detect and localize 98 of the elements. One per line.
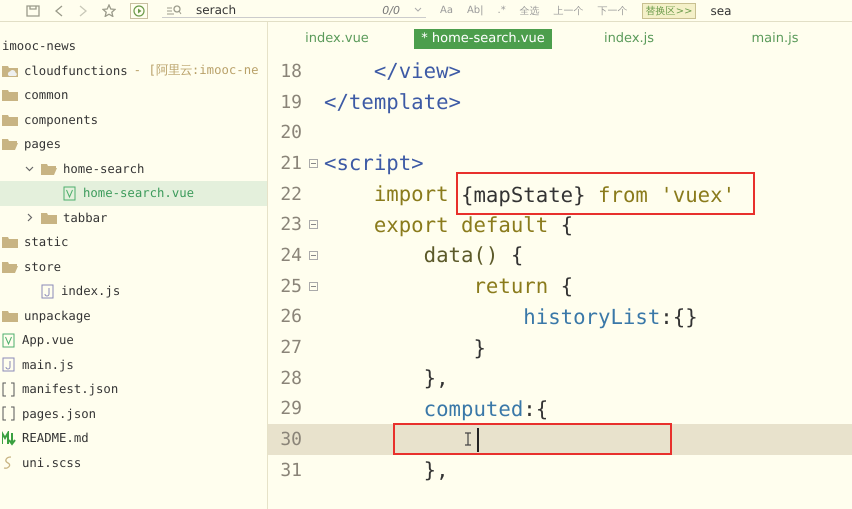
code-line: export default { [372, 212, 574, 239]
search-icon [166, 4, 182, 16]
fold-toggle-icon[interactable] [308, 282, 318, 291]
replace-field[interactable]: sea [710, 4, 852, 18]
line-number: 26 [279, 306, 302, 328]
code-text: from [598, 182, 649, 207]
code-line: </view> [372, 58, 462, 86]
vue-file-icon [63, 186, 77, 201]
line-number: 29 [279, 398, 302, 420]
code-line: <script> [324, 150, 424, 178]
markdown-file-icon [2, 430, 16, 446]
tree-item-label: tabbar [63, 210, 108, 225]
line-number: 30 [279, 429, 302, 450]
fold-toggle-icon[interactable] [308, 220, 318, 230]
tree-item-label: home-search.vue [83, 186, 194, 200]
tree-item-label: home-search [63, 162, 144, 176]
tree-item-label: uni.scss [22, 456, 82, 470]
tree-item-label: manifest.json [22, 382, 118, 396]
save-icon[interactable] [26, 4, 40, 16]
tree-item-label: cloudfunctions [24, 64, 128, 78]
i-beam-cursor-icon [464, 432, 472, 446]
open-folder-icon [2, 260, 18, 274]
open-folder-icon [2, 137, 18, 152]
code-line: return { [472, 273, 574, 300]
tree-item[interactable]: README.md [0, 426, 267, 450]
project-name: imooc-news [1, 38, 78, 55]
tree-item-label: components [24, 112, 98, 127]
folder-icon [2, 112, 18, 127]
run-button[interactable] [130, 2, 148, 18]
tree-item[interactable]: manifest.json [0, 377, 267, 402]
tree-item[interactable]: store [0, 254, 267, 279]
line-number: 23 [279, 214, 302, 236]
vue-file-icon [2, 332, 16, 348]
code-line: historyList:{} [522, 304, 698, 331]
fold-toggle-icon[interactable] [308, 250, 318, 260]
tree-item[interactable]: main.js [0, 352, 267, 377]
line-number: 25 [279, 276, 302, 297]
tree-item-label: common [24, 88, 68, 102]
code-text: {mapState} [461, 182, 587, 207]
code-line: </template> [324, 89, 462, 116]
search-field[interactable]: serach 0/0 [162, 3, 426, 18]
tree-item-label: README.md [22, 431, 89, 446]
tree-item[interactable]: uni.scss [0, 450, 267, 475]
folder-icon [2, 88, 18, 102]
line-number: 22 [279, 184, 302, 205]
tree-item-label: index.js [61, 284, 120, 298]
tree-item[interactable]: App.vue [0, 328, 267, 352]
line-number: 27 [279, 337, 302, 358]
code-text: import [372, 182, 450, 206]
open-folder-icon [41, 162, 57, 176]
code-line: }, [422, 457, 449, 484]
chevron-down-icon [25, 164, 34, 174]
brackets-file-icon [2, 382, 16, 397]
tree-item-label: main.js [22, 358, 74, 372]
folder-icon [2, 235, 18, 250]
tree-item[interactable]: unpackage [0, 304, 267, 328]
play-icon [133, 4, 145, 16]
fold-toggle-icon[interactable] [308, 158, 318, 168]
folder-icon [2, 308, 18, 323]
dropdown-caret-icon[interactable] [414, 7, 422, 13]
tree-item[interactable]: pages.json [0, 402, 267, 426]
chevron-right-icon [25, 213, 34, 222]
code-line: data() { [422, 242, 524, 270]
line-number: 21 [279, 152, 302, 174]
tree-item[interactable]: index.js [0, 279, 267, 304]
code-line: } [472, 334, 486, 362]
tree-item[interactable]: static [0, 230, 267, 254]
tree-item[interactable]: tabbar [0, 206, 267, 230]
tree-item-label: unpackage [24, 308, 91, 323]
line-number: 18 [279, 60, 302, 82]
tree-item-label: pages.json [22, 406, 96, 421]
js-file-icon [41, 284, 55, 299]
line-number: 20 [279, 122, 302, 144]
cloud-space-label: - [阿里云:imooc-ne [134, 62, 258, 80]
code-line: computed:{ [422, 396, 548, 423]
search-text: serach [196, 3, 238, 17]
tree-item-label: store [24, 260, 62, 274]
star-icon[interactable] [102, 4, 116, 17]
line-number: 28 [279, 368, 302, 389]
brackets-file-icon [2, 406, 16, 422]
code-line: }, [422, 365, 449, 392]
tree-item[interactable]: home-search [0, 156, 267, 181]
line-number: 24 [279, 244, 302, 266]
tree-item-label: static [24, 235, 68, 250]
line-number: 19 [279, 92, 302, 113]
folder-icon [41, 210, 57, 225]
text-cursor [477, 428, 479, 452]
tree-item[interactable]: cloudfunctions - [阿里云:imooc-ne [0, 58, 267, 83]
tree-item-label: App.vue [22, 333, 74, 348]
tree-item[interactable]: pages [0, 132, 267, 156]
tree-item[interactable]: common [0, 83, 267, 108]
code-text: 'vuex' [660, 182, 736, 207]
match-count: 0/0 [382, 4, 400, 16]
tree-item-label: pages [24, 137, 62, 152]
js-file-icon [2, 357, 16, 372]
cloud-folder-icon [2, 64, 18, 78]
line-number: 31 [279, 460, 302, 481]
tree-item[interactable]: components [0, 108, 267, 132]
